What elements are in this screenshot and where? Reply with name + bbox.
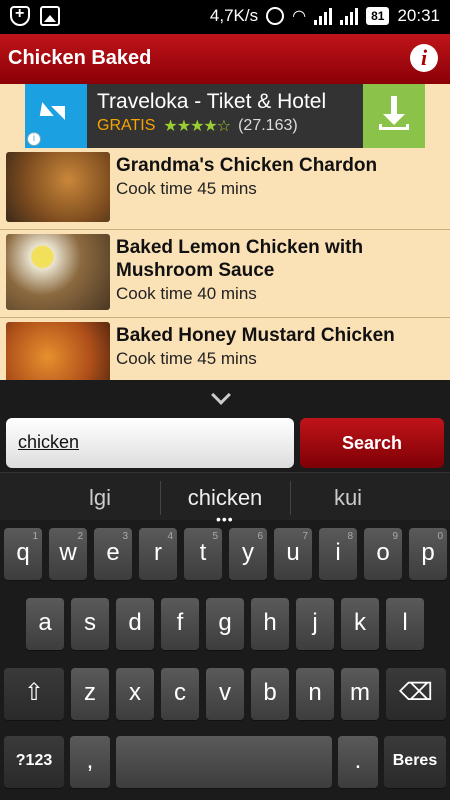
recipe-title: Baked Honey Mustard Chicken xyxy=(116,325,395,346)
signal-icon xyxy=(314,7,333,25)
recipe-list: Traveloka - Tiket & Hotel GRATIS ★★★★☆ (… xyxy=(0,84,450,380)
app-bar: Chicken Baked i xyxy=(0,34,450,84)
key-p[interactable]: p0 xyxy=(409,528,447,580)
key-hint: 2 xyxy=(77,531,83,542)
key-j[interactable]: j xyxy=(296,598,334,650)
key-u[interactable]: u7 xyxy=(274,528,312,580)
key-hint: 7 xyxy=(302,531,308,542)
key-s[interactable]: s xyxy=(71,598,109,650)
list-item[interactable]: Baked Lemon Chicken with Mushroom Sauce … xyxy=(0,232,450,318)
key-a[interactable]: a xyxy=(26,598,64,650)
ad-title: Traveloka - Tiket & Hotel xyxy=(97,90,327,113)
symbols-key[interactable]: ?123 xyxy=(4,736,64,788)
key-h[interactable]: h xyxy=(251,598,289,650)
shift-key[interactable]: ⇧ xyxy=(4,668,64,720)
key-hint: 6 xyxy=(257,531,263,542)
key-c[interactable]: c xyxy=(161,668,199,720)
key-v[interactable]: v xyxy=(206,668,244,720)
key-t[interactable]: t5 xyxy=(184,528,222,580)
suggestion-item[interactable]: lgi xyxy=(30,485,170,511)
ad-rating-stars: ★★★★☆ xyxy=(163,118,231,135)
key-k[interactable]: k xyxy=(341,598,379,650)
ad-review-count: (27.163) xyxy=(238,117,298,134)
key-e[interactable]: e3 xyxy=(94,528,132,580)
key-f[interactable]: f xyxy=(161,598,199,650)
key-hint: 9 xyxy=(392,531,398,542)
shield-plus-icon xyxy=(10,5,30,26)
clock: 20:31 xyxy=(397,6,440,25)
download-icon[interactable] xyxy=(363,84,425,148)
recipe-cook-time: Cook time 45 mins xyxy=(116,179,257,198)
key-m[interactable]: m xyxy=(341,668,379,720)
info-icon[interactable]: i xyxy=(410,44,438,72)
ad-price: GRATIS xyxy=(97,117,156,134)
suggestion-item[interactable]: kui xyxy=(278,485,418,511)
key-i[interactable]: i8 xyxy=(319,528,357,580)
key-hint: 4 xyxy=(167,531,173,542)
key-y[interactable]: y6 xyxy=(229,528,267,580)
suggestion-item[interactable]: chicken xyxy=(155,485,295,511)
key-z[interactable]: z xyxy=(71,668,109,720)
more-suggestions-icon[interactable]: ••• xyxy=(216,511,234,527)
status-bar: 4,7K/s ◠ 81 20:31 xyxy=(0,0,450,34)
comma-key[interactable]: , xyxy=(70,736,110,788)
suggestion-bar: lgi chicken ••• kui xyxy=(0,472,450,527)
wifi-icon: ◠ xyxy=(292,8,307,25)
recipe-cook-time: Cook time 45 mins xyxy=(116,349,257,368)
key-x[interactable]: x xyxy=(116,668,154,720)
chevron-down-icon[interactable] xyxy=(211,385,231,405)
recipe-cook-time: Cook time 40 mins xyxy=(116,284,257,303)
backspace-key[interactable]: ⌫ xyxy=(386,668,446,720)
key-hint: 5 xyxy=(212,531,218,542)
key-hint: 0 xyxy=(437,531,443,542)
search-button[interactable]: Search xyxy=(300,418,444,468)
network-speed: 4,7K/s xyxy=(209,6,259,25)
key-d[interactable]: d xyxy=(116,598,154,650)
period-key[interactable]: . xyxy=(338,736,378,788)
key-b[interactable]: b xyxy=(251,668,289,720)
recipe-thumbnail xyxy=(6,234,110,310)
battery-icon: 81 xyxy=(366,7,390,25)
ad-info-icon[interactable]: i xyxy=(27,132,41,146)
page-title: Chicken Baked xyxy=(8,47,152,69)
key-hint: 8 xyxy=(347,531,353,542)
recipe-thumbnail xyxy=(6,152,110,222)
key-q[interactable]: q1 xyxy=(4,528,42,580)
recipe-title: Grandma's Chicken Chardon xyxy=(116,155,378,176)
image-icon xyxy=(40,6,60,26)
key-g[interactable]: g xyxy=(206,598,244,650)
alarm-icon xyxy=(266,7,285,25)
key-r[interactable]: r4 xyxy=(139,528,177,580)
space-key[interactable] xyxy=(116,736,332,788)
key-hint: 1 xyxy=(32,531,38,542)
ad-banner[interactable]: Traveloka - Tiket & Hotel GRATIS ★★★★☆ (… xyxy=(25,84,425,148)
key-o[interactable]: o9 xyxy=(364,528,402,580)
keyboard-area: chicken Search lgi chicken ••• kui ⇧ ⌫ ?… xyxy=(0,380,450,800)
key-n[interactable]: n xyxy=(296,668,334,720)
key-hint: 3 xyxy=(122,531,128,542)
list-item[interactable]: Baked Honey Mustard Chicken Cook time 45… xyxy=(0,320,450,380)
key-l[interactable]: l xyxy=(386,598,424,650)
signal-icon-2 xyxy=(340,7,359,25)
search-input[interactable]: chicken xyxy=(6,418,294,468)
list-item[interactable]: Grandma's Chicken Chardon Cook time 45 m… xyxy=(0,150,450,230)
enter-key[interactable]: Beres xyxy=(384,736,446,788)
recipe-thumbnail xyxy=(6,322,110,380)
key-w[interactable]: w2 xyxy=(49,528,87,580)
recipe-title: Baked Lemon Chicken with Mushroom Sauce xyxy=(116,237,364,281)
